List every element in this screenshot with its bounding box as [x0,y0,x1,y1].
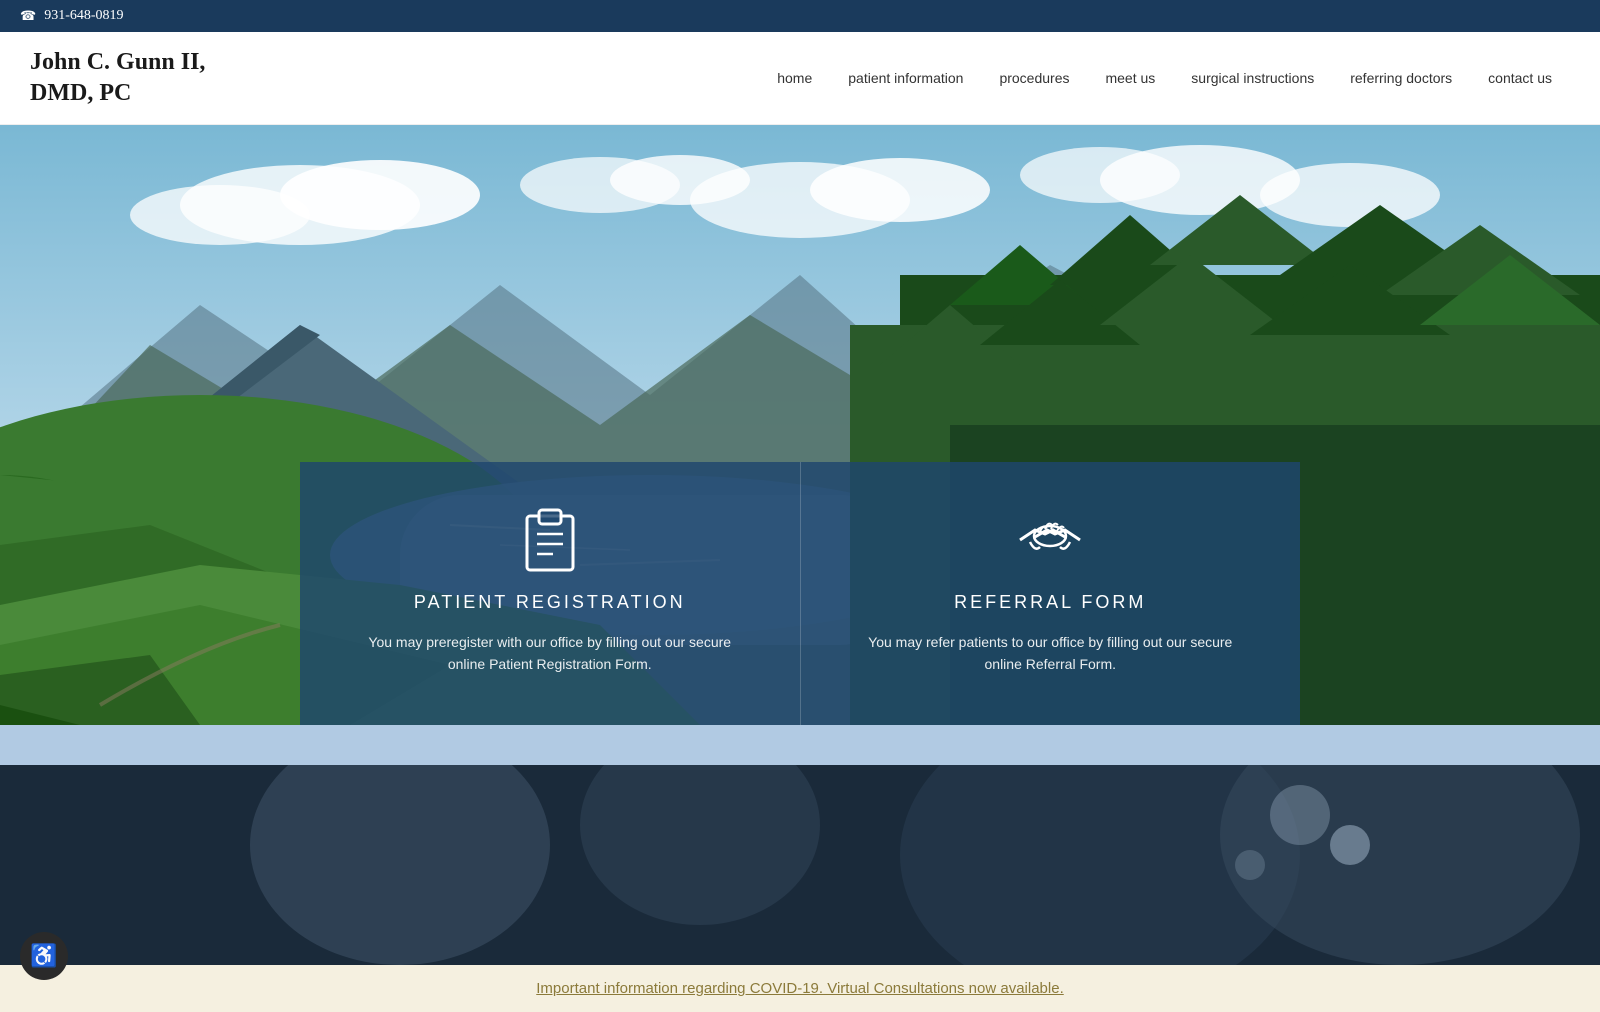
nav-patient-information[interactable]: patient information [830,65,981,91]
logo-line2: DMD, PC [30,80,131,106]
logo: John C. Gunn II, DMD, PC [30,47,250,109]
nav-home[interactable]: home [759,65,830,91]
clipboard-icon [515,502,585,572]
logo-line1: John C. Gunn II, [30,49,205,75]
hero-section: PATIENT REGISTRATION You may preregister… [0,125,1600,725]
phone-icon: ☎ [20,8,36,24]
referral-form-title: REFERRAL FORM [851,592,1251,613]
blue-strip [0,725,1600,765]
main-nav: home patient information procedures meet… [250,65,1570,91]
cards-row: PATIENT REGISTRATION You may preregister… [300,462,1300,726]
nav-surgical-instructions[interactable]: surgical instructions [1173,65,1332,91]
nav-contact-us[interactable]: contact us [1470,65,1570,91]
patient-registration-desc: You may preregister with our office by f… [350,631,750,676]
covid-link[interactable]: Important information regarding COVID-19… [536,980,1064,997]
dark-section [0,765,1600,965]
accessibility-button[interactable]: ♿ [20,932,68,980]
covid-banner: Important information regarding COVID-19… [0,965,1600,1012]
nav-procedures[interactable]: procedures [981,65,1087,91]
nav-meet-us[interactable]: meet us [1087,65,1173,91]
accessibility-icon: ♿ [30,943,57,969]
patient-registration-title: PATIENT REGISTRATION [350,592,750,613]
referral-form-card[interactable]: REFERRAL FORM You may refer patients to … [800,462,1301,726]
dark-bg-svg [0,765,1600,965]
top-bar: ☎ 931-648-0819 [0,0,1600,32]
handshake-icon [1015,502,1085,572]
phone-number: 931-648-0819 [44,8,123,24]
referral-form-desc: You may refer patients to our office by … [851,631,1251,676]
nav-referring-doctors[interactable]: referring doctors [1332,65,1470,91]
header: John C. Gunn II, DMD, PC home patient in… [0,32,1600,125]
patient-registration-card[interactable]: PATIENT REGISTRATION You may preregister… [300,462,800,726]
